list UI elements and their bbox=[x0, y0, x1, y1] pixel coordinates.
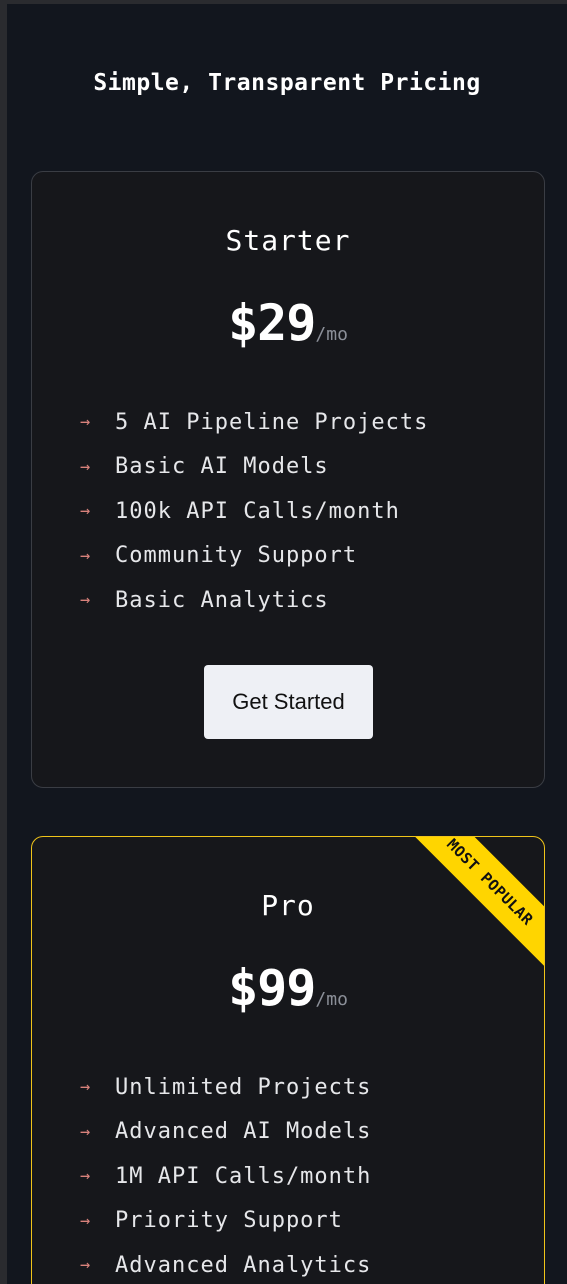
feature-label: Basic AI Models bbox=[115, 454, 329, 480]
arrow-right-icon: → bbox=[80, 412, 92, 433]
arrow-right-icon: → bbox=[80, 456, 92, 477]
plan-price: $29/mo bbox=[32, 294, 544, 352]
feature-list: → Unlimited Projects → Advanced AI Models … bbox=[80, 1065, 371, 1284]
feature-list: → 5 AI Pipeline Projects → Basic AI Models… bbox=[80, 400, 428, 623]
price-amount: $99 bbox=[228, 959, 316, 1017]
feature-item: → 1M API Calls/month bbox=[80, 1154, 371, 1199]
feature-label: 5 AI Pipeline Projects bbox=[115, 409, 429, 435]
feature-item: → Priority Support bbox=[80, 1199, 371, 1244]
pricing-card-starter: Starter $29/mo → 5 AI Pipeline Projects →… bbox=[31, 171, 545, 788]
feature-label: Unlimited Projects bbox=[115, 1074, 372, 1100]
feature-item: → Basic Analytics bbox=[80, 578, 428, 623]
arrow-right-icon: → bbox=[80, 1210, 92, 1231]
arrow-right-icon: → bbox=[80, 1166, 92, 1187]
feature-item: → Unlimited Projects bbox=[80, 1065, 371, 1110]
feature-item: → Advanced Analytics bbox=[80, 1243, 371, 1284]
feature-label: Advanced Analytics bbox=[115, 1252, 372, 1278]
feature-label: Basic Analytics bbox=[115, 587, 329, 613]
price-period: /mo bbox=[315, 989, 348, 1010]
feature-label: 1M API Calls/month bbox=[115, 1163, 372, 1189]
arrow-right-icon: → bbox=[80, 1121, 92, 1142]
arrow-right-icon: → bbox=[80, 1077, 92, 1098]
plan-name: Starter bbox=[225, 224, 351, 257]
feature-label: Community Support bbox=[115, 543, 358, 569]
get-started-button[interactable]: Get Started bbox=[204, 665, 373, 739]
page-title: Simple, Transparent Pricing bbox=[93, 70, 481, 96]
pricing-card-pro: MOST POPULAR Pro $99/mo → Unlimited Proje… bbox=[31, 836, 545, 1284]
feature-item: → Basic AI Models bbox=[80, 445, 428, 490]
feature-item: → Community Support bbox=[80, 534, 428, 579]
pricing-page: Simple, Transparent Pricing Starter $29/… bbox=[7, 4, 567, 1284]
arrow-right-icon: → bbox=[80, 590, 92, 611]
feature-item: → 5 AI Pipeline Projects bbox=[80, 400, 428, 445]
arrow-right-icon: → bbox=[80, 1255, 92, 1276]
arrow-right-icon: → bbox=[80, 501, 92, 522]
price-amount: $29 bbox=[228, 294, 316, 352]
arrow-right-icon: → bbox=[80, 545, 92, 566]
feature-label: 100k API Calls/month bbox=[115, 498, 400, 524]
plan-price: $99/mo bbox=[32, 959, 544, 1017]
feature-item: → Advanced AI Models bbox=[80, 1110, 371, 1155]
feature-item: → 100k API Calls/month bbox=[80, 489, 428, 534]
feature-label: Advanced AI Models bbox=[115, 1119, 372, 1145]
plan-name: Pro bbox=[261, 889, 315, 922]
price-period: /mo bbox=[315, 324, 348, 345]
feature-label: Priority Support bbox=[115, 1208, 343, 1234]
